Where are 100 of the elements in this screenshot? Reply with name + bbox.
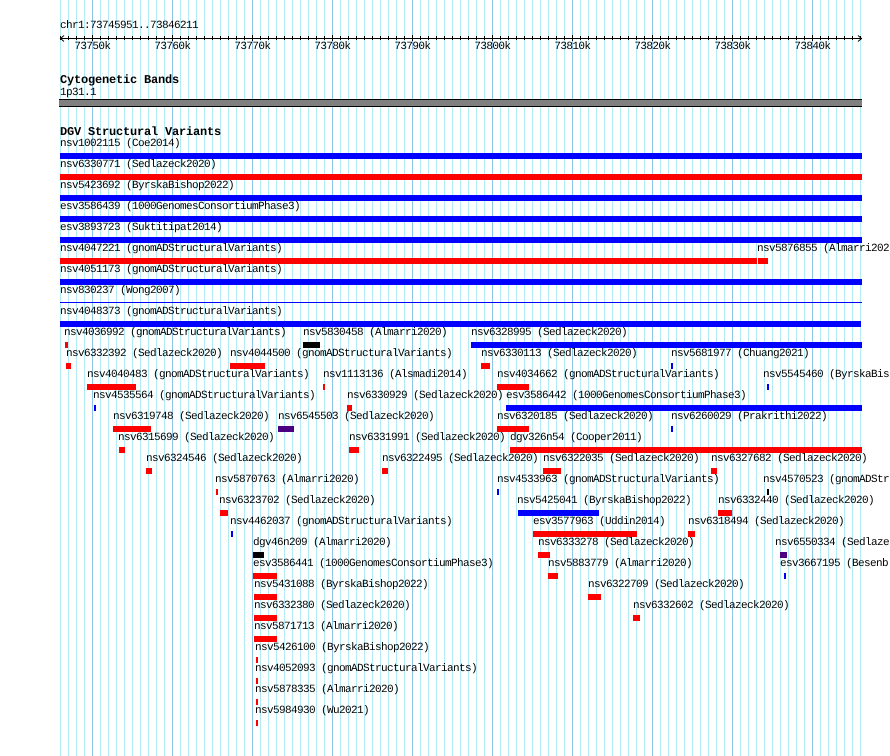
variant-label: nsv4535564 (gnomADStructuralVariants) [93,391,316,402]
variant-bar[interactable] [60,174,862,180]
variant-label: nsv6332602 (Sedlazeck2020) [633,601,790,612]
variant-label: nsv6330771 (Sedlazeck2020) [60,160,216,171]
variant-label: nsv5878335 (Almarri2020) [255,685,400,696]
variant-label: nsv4047221 (gnomADStructuralVariants) [60,244,282,255]
variant-label: nsv6324546 (Sedlazeck2020) [146,454,302,465]
variant-bar[interactable] [65,342,68,348]
variant-bar[interactable] [497,426,529,432]
variant-label: nsv4048373 (gnomADStructuralVariants) [60,307,282,318]
ruler-location: chr1:73745951..73846211 [60,21,198,32]
variant-bar[interactable] [254,594,277,600]
variant-bar[interactable] [471,342,862,348]
track-title: DGV Structural Variants [60,126,222,139]
variant-bar[interactable] [66,363,71,369]
variant-bar[interactable] [506,405,862,411]
variant-bar[interactable] [278,426,294,432]
variant-label: nsv4533963 (gnomADStructuralVariants) [497,475,720,486]
variant-bar[interactable] [253,552,264,558]
variant-bar[interactable] [633,615,640,621]
variant-bar[interactable] [119,447,125,453]
variant-bar[interactable] [349,447,359,453]
variant-label: nsv6332392 (Sedlazeck2020) [66,349,222,360]
variant-label: nsv4051173 (gnomADStructuralVariants) [60,265,282,276]
variant-label: nsv6315699 (Sedlazeck2020) [118,433,274,444]
variant-label: nsv4040483 (gnomADStructuralVariants) [87,370,310,381]
variant-label: esv3586439 (1000GenomesConsortiumPhase3) [60,202,300,213]
variant-bar[interactable] [303,342,320,348]
variant-label: nsv6260029 (Prakrithi2022) [671,412,828,423]
variant-bar[interactable] [230,363,265,369]
variant-label: nsv5984930 (Wu2021) [255,706,370,717]
variant-bar[interactable] [60,195,862,201]
variant-bar[interactable] [518,510,599,516]
variant-label: nsv6319748 (Sedlazeck2020) [113,412,270,423]
variant-label: esv3577963 (Uddin2014) [533,517,666,528]
variant-label: nsv4036992 (gnomADStructuralVariants) [64,328,286,339]
variant-bar[interactable] [60,237,862,243]
variant-label: nsv1002115 (Coe2014) [60,139,180,150]
variant-bar[interactable] [146,468,152,474]
variant-label: nsv6322035 (Sedlazeck2020) [543,454,700,465]
ruler-tick-label: 73790k [394,42,430,53]
variant-bar[interactable] [254,615,277,621]
variant-label: nsv5830458 (Almarri2020) [303,328,448,339]
variant-label: nsv4570523 (gnomADStr [763,475,890,486]
variant-bar[interactable] [60,153,862,159]
variant-label: nsv5876855 (Almarri202 [757,244,890,255]
variant-bar[interactable] [220,510,228,516]
variant-label: nsv6545503 (Sedlazeck2020) [278,412,434,423]
variant-label: esv3893723 (Suktitipat2014) [60,223,222,234]
variant-label: nsv6333278 (Sedlazeck2020) [538,538,694,549]
variant-bar[interactable] [543,468,561,474]
variant-bar[interactable] [538,552,550,558]
variant-bar[interactable] [60,321,861,327]
ruler-tick-label: 73810k [554,42,590,53]
variant-bar[interactable] [60,216,862,222]
variant-bar[interactable] [87,384,136,390]
variant-label: nsv5426100 (ByrskaBishop2022) [255,643,430,654]
variant-bar[interactable] [780,552,787,558]
variant-label: nsv6550334 (Sedlaze [775,538,890,549]
variant-label: dgv326n54 (Cooper2011) [510,433,642,444]
variant-bar[interactable] [382,468,388,474]
variant-label: esv3667195 (Besenb [780,559,888,570]
track-title: Cytogenetic Bands [60,74,180,86]
band-label: 1p31.1 [60,88,96,99]
variant-bar[interactable] [718,510,732,516]
variant-label: nsv5431088 (ByrskaBishop2022) [254,580,428,591]
variant-bar[interactable] [758,258,768,264]
variant-bar[interactable] [711,468,717,474]
variant-label: nsv6327682 (Sedlazeck2020) [711,454,868,465]
variant-bar[interactable] [588,594,601,600]
variant-bar[interactable] [497,384,529,390]
ruler-tick-label: 73780k [314,42,350,53]
variant-bar[interactable] [347,405,352,411]
variant-label: nsv6332440 (Sedlazeck2020) [718,496,874,507]
variant-bar[interactable] [510,447,862,453]
variant-label: esv3586441 (1000GenomesConsortiumPhase3) [253,559,494,570]
variant-bar[interactable] [533,531,637,537]
variant-label: nsv5681977 (Chuang2021) [671,349,810,360]
variant-label: nsv6330113 (Sedlazeck2020) [481,349,638,360]
variant-label: nsv5870763 (Almarri2020) [215,475,360,486]
variant-bar[interactable] [688,531,695,537]
variant-bar[interactable] [60,258,757,264]
variant-label: nsv4462037 (gnomADStructuralVariants) [230,517,452,528]
variant-label: nsv6322495 (Sedlazeck2020) [382,454,538,465]
variant-label: nsv4044500 (gnomADStructuralVariants) [230,349,452,360]
variant-bar[interactable] [548,573,558,579]
variant-bar[interactable] [113,426,151,432]
variant-label: esv3586442 (1000GenomesConsortiumPhase3) [506,391,746,402]
variant-label: dgv46n209 (Almarri2020) [253,538,392,549]
variant-label: nsv6330929 (Sedlazeck2020) [347,391,504,402]
variant-bar[interactable] [481,363,490,369]
variant-label: nsv4034662 (gnomADStructuralVariants) [497,370,720,381]
variant-bar[interactable] [253,573,277,579]
variant-label: nsv6331991 (Sedlazeck2020) [349,433,506,444]
ruler-tick-label: 73750k [74,42,110,53]
variant-line[interactable] [60,302,862,303]
variant-bar[interactable] [254,636,277,642]
ruler-tick-label: 73770k [234,42,270,53]
variant-label: nsv6318494 (Sedlazeck2020) [688,517,844,528]
variant-bar[interactable] [60,279,862,285]
